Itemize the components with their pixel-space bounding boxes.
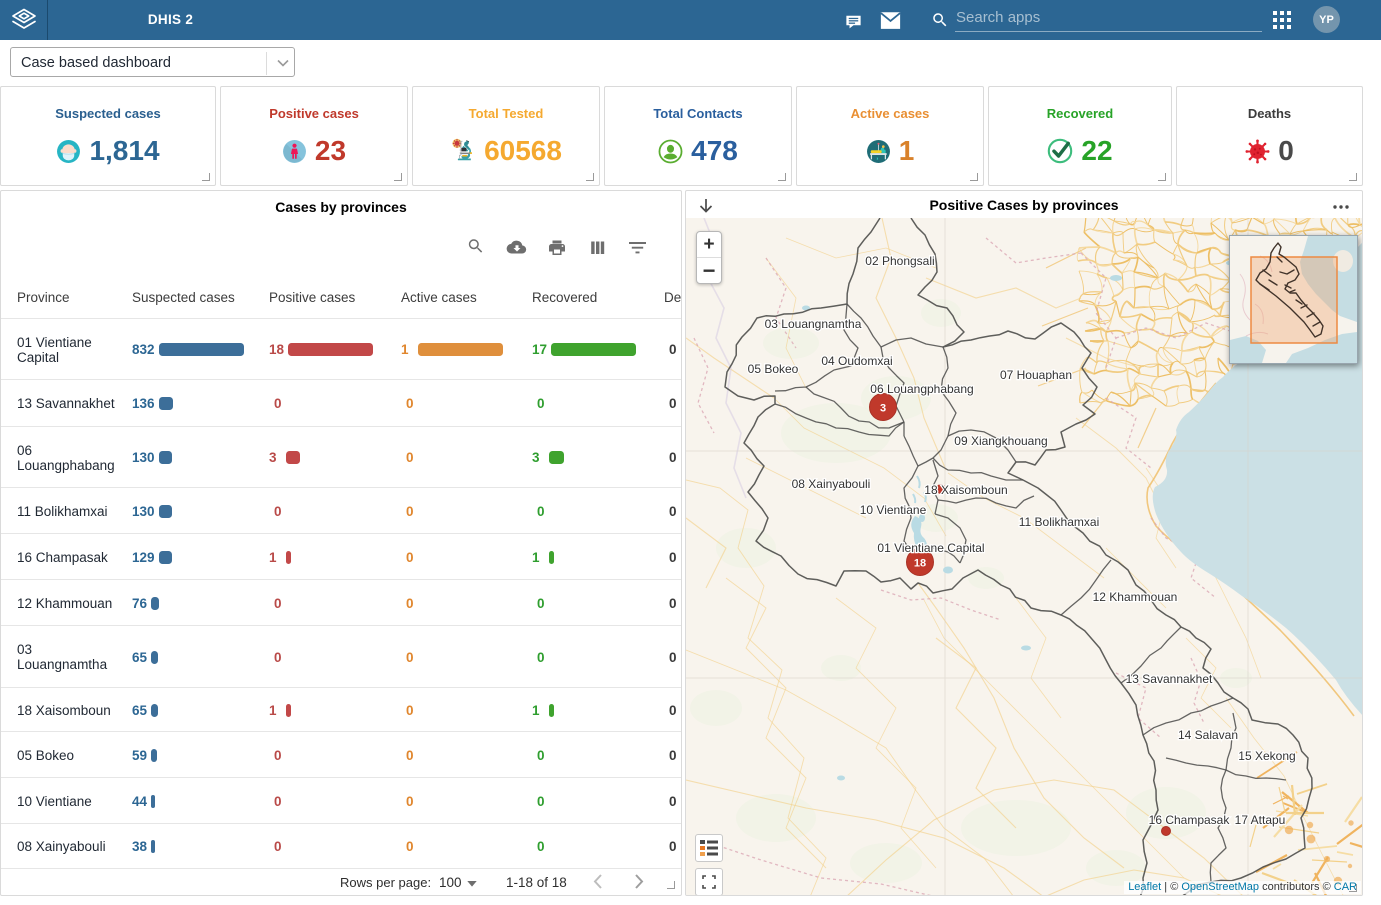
svg-text:13 Savannakhet: 13 Savannakhet <box>1126 672 1213 686</box>
svg-text:07 Houaphan: 07 Houaphan <box>1000 368 1072 382</box>
svg-text:12 Khammouan: 12 Khammouan <box>1093 590 1178 604</box>
svg-text:11 Bolikhamxai: 11 Bolikhamxai <box>1019 515 1099 529</box>
svg-text:18 Xaisomboun: 18 Xaisomboun <box>924 483 1007 497</box>
svg-text:15 Xekong: 15 Xekong <box>1238 749 1295 763</box>
svg-text:14 Salavan: 14 Salavan <box>1178 728 1238 742</box>
svg-text:08 Xainyabouli: 08 Xainyabouli <box>792 477 871 491</box>
svg-text:16 Champasak: 16 Champasak <box>1149 813 1231 827</box>
svg-text:06 Louangphabang: 06 Louangphabang <box>870 382 973 396</box>
svg-text:03 Louangnamtha: 03 Louangnamtha <box>765 317 862 331</box>
svg-text:04 Oudomxai: 04 Oudomxai <box>821 354 892 368</box>
svg-text:09 Xiangkhouang: 09 Xiangkhouang <box>954 434 1047 448</box>
svg-text:17 Attapu: 17 Attapu <box>1235 813 1286 827</box>
svg-text:01 Vientiane Capital: 01 Vientiane Capital <box>877 541 984 555</box>
svg-text:05 Bokeo: 05 Bokeo <box>748 362 799 376</box>
svg-text:10 Vientiane: 10 Vientiane <box>860 503 927 517</box>
svg-text:02 Phongsali: 02 Phongsali <box>865 254 934 268</box>
svg-text:3: 3 <box>880 403 886 415</box>
svg-text:18: 18 <box>914 558 926 570</box>
